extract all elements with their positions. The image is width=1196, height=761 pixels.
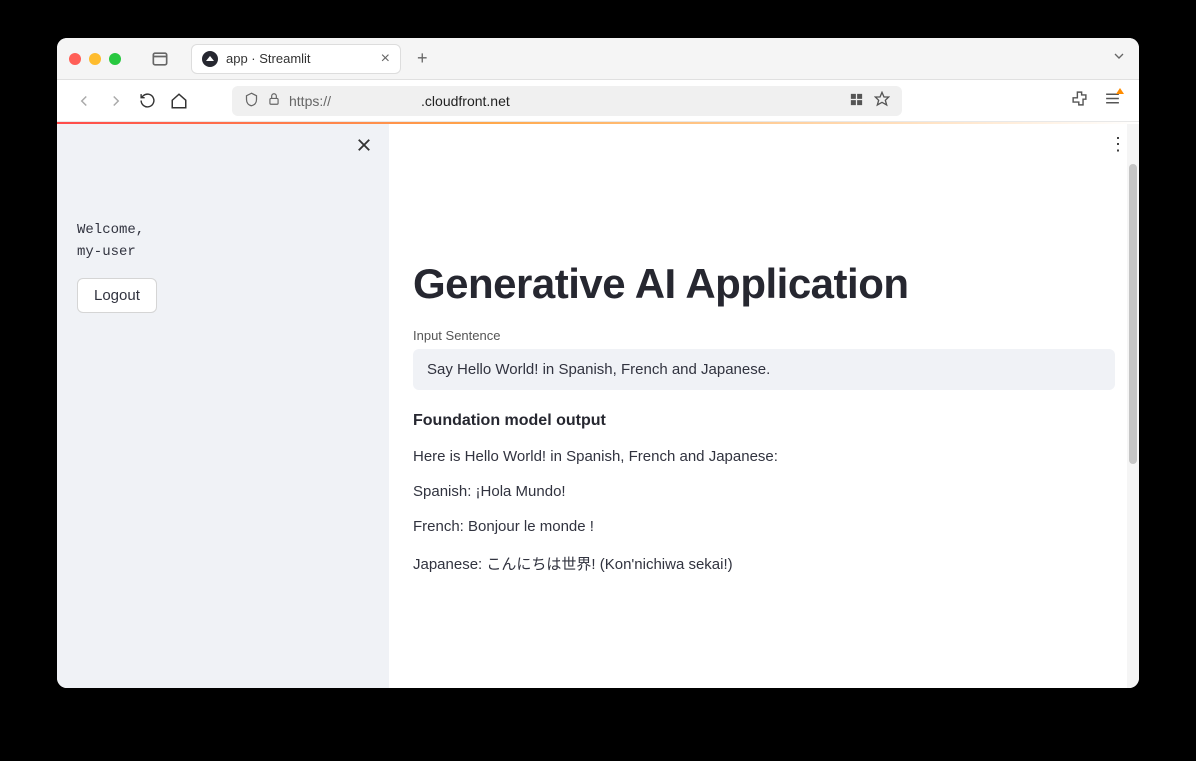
bookmark-star-icon[interactable] bbox=[874, 91, 890, 110]
tab-title: app · Streamlit bbox=[226, 51, 311, 66]
sidebar: Welcome, my-user Logout bbox=[57, 124, 389, 688]
app-body: Welcome, my-user Logout ⋮ Generative AI … bbox=[57, 124, 1139, 688]
sidebar-close-button[interactable] bbox=[355, 136, 373, 160]
welcome-text: Welcome, my-user bbox=[77, 219, 369, 264]
logout-button[interactable]: Logout bbox=[77, 278, 157, 313]
username: my-user bbox=[77, 241, 369, 263]
maximize-window-button[interactable] bbox=[109, 53, 121, 65]
url-text: https:// .cloudfront.net bbox=[289, 93, 510, 109]
output-line: Here is Hello World! in Spanish, French … bbox=[413, 448, 1115, 465]
output-line: Spanish: ¡Hola Mundo! bbox=[413, 483, 1115, 500]
home-button[interactable] bbox=[170, 92, 188, 110]
kebab-menu-icon[interactable]: ⋮ bbox=[1109, 134, 1127, 155]
input-label: Input Sentence bbox=[413, 328, 1115, 343]
tab-overview-icon[interactable] bbox=[149, 50, 171, 68]
close-window-button[interactable] bbox=[69, 53, 81, 65]
new-tab-button[interactable]: + bbox=[409, 48, 436, 69]
shield-icon[interactable] bbox=[244, 92, 259, 110]
lock-icon[interactable] bbox=[267, 92, 281, 109]
extension-icon[interactable] bbox=[1071, 90, 1088, 112]
output-line: Japanese: こんにちは世界! (Kon'nichiwa sekai!) bbox=[413, 553, 1115, 574]
tab-close-button[interactable]: × bbox=[381, 51, 390, 67]
browser-toolbar: https:// .cloudfront.net bbox=[57, 80, 1139, 122]
output-line: French: Bonjour le monde ! bbox=[413, 518, 1115, 535]
reload-button[interactable] bbox=[139, 92, 156, 109]
url-protocol: https:// bbox=[289, 93, 331, 109]
browser-window: app · Streamlit × + bbox=[57, 38, 1139, 688]
welcome-label: Welcome, bbox=[77, 219, 369, 241]
scrollbar-thumb[interactable] bbox=[1129, 164, 1137, 464]
main-content: ⋮ Generative AI Application Input Senten… bbox=[389, 124, 1139, 688]
input-sentence-field[interactable] bbox=[413, 349, 1115, 390]
forward-button[interactable] bbox=[107, 92, 125, 110]
hamburger-menu-icon[interactable] bbox=[1104, 90, 1121, 112]
streamlit-favicon-icon bbox=[202, 51, 218, 67]
back-button[interactable] bbox=[75, 92, 93, 110]
page-title: Generative AI Application bbox=[413, 260, 1115, 308]
url-bar[interactable]: https:// .cloudfront.net bbox=[232, 86, 902, 116]
output-heading: Foundation model output bbox=[413, 412, 1115, 430]
minimize-window-button[interactable] bbox=[89, 53, 101, 65]
scrollbar-track[interactable] bbox=[1127, 124, 1139, 688]
qr-icon[interactable] bbox=[849, 92, 864, 110]
traffic-lights bbox=[69, 53, 121, 65]
browser-tab[interactable]: app · Streamlit × bbox=[191, 44, 401, 74]
url-suffix: .cloudfront.net bbox=[421, 93, 510, 109]
chevron-down-icon[interactable] bbox=[1111, 48, 1127, 69]
titlebar: app · Streamlit × + bbox=[57, 38, 1139, 80]
